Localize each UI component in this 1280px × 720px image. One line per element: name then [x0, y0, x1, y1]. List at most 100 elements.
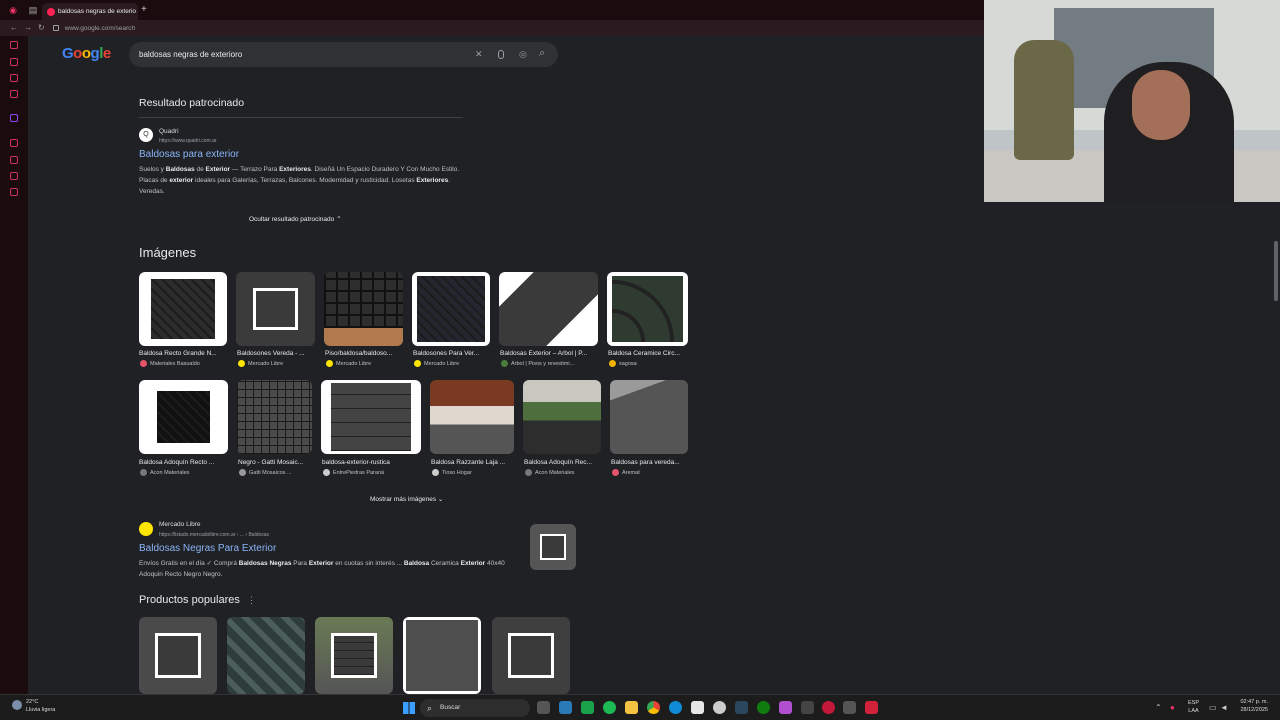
search-box[interactable]: baldosas negras de exterioro ✕ ◎ ⌕ — [129, 42, 558, 67]
ad-title-link[interactable]: Baldosas para exterior — [139, 149, 239, 160]
image-thumbnail[interactable] — [412, 272, 490, 346]
google-logo[interactable]: Google — [62, 45, 111, 62]
image-thumbnail[interactable] — [610, 380, 688, 454]
sidebar-icon-5[interactable] — [10, 139, 18, 147]
sidebar-icon-1[interactable] — [10, 41, 18, 49]
sidebar-icon-3[interactable] — [10, 74, 18, 82]
image-source[interactable]: Mercado Libre — [414, 360, 459, 367]
app-icon[interactable] — [581, 701, 594, 714]
image-source[interactable]: EntrePiedras Paraná — [323, 469, 384, 476]
edge-browser-icon[interactable] — [669, 701, 682, 714]
reload-button[interactable]: ↻ — [38, 23, 45, 33]
weather-widget[interactable]: 22°C Lluvia ligera — [12, 698, 55, 714]
image-source[interactable]: Materiales Basualdo — [140, 360, 200, 367]
hide-sponsored-button[interactable]: Ocultar resultado patrocinado ⌃ — [249, 215, 342, 223]
product-thumbnail[interactable] — [492, 617, 570, 694]
sidebar-icon-7[interactable] — [10, 172, 18, 180]
steam-icon[interactable] — [735, 701, 748, 714]
spotify-icon[interactable] — [603, 701, 616, 714]
product-thumbnail[interactable] — [315, 617, 393, 694]
task-view-icon[interactable] — [537, 701, 550, 714]
app-icon[interactable] — [779, 701, 792, 714]
store-icon[interactable] — [691, 701, 704, 714]
obs-icon[interactable] — [713, 701, 726, 714]
tab-actions-icon[interactable]: ▤ — [26, 3, 40, 17]
tab-google-search[interactable]: baldosas negras de exterio — [42, 3, 138, 20]
product-thumbnail[interactable] — [227, 617, 305, 694]
network-icon[interactable]: ▭ — [1209, 703, 1217, 712]
opera-gx-icon[interactable] — [822, 701, 835, 714]
image-source[interactable]: Acon Materiales — [525, 469, 574, 476]
search-icon[interactable]: ⌕ — [539, 47, 545, 59]
forward-button[interactable]: → — [24, 23, 32, 33]
volume-icon[interactable]: ◄ — [1220, 703, 1228, 712]
show-hidden-icons-icon[interactable]: ⌃ — [1155, 703, 1162, 712]
image-caption[interactable]: Baldosa Recto Grande N... — [139, 350, 227, 357]
tray-app-icon[interactable]: ● — [1170, 703, 1175, 712]
sidebar-icon-2[interactable] — [10, 58, 18, 66]
image-caption[interactable]: Piso/baldosa/baldoso... — [325, 350, 403, 357]
image-thumbnail[interactable] — [324, 272, 403, 346]
image-caption[interactable]: baldosa-exterior-rustica — [322, 459, 422, 466]
clock[interactable]: 02:47 p. m. 28/12/2025 — [1240, 698, 1268, 714]
image-source[interactable]: Mercado Libre — [326, 360, 371, 367]
image-caption[interactable]: Baldosones Vereda - ... — [237, 350, 315, 357]
browser-logo-icon[interactable]: ◉ — [6, 3, 20, 17]
image-caption[interactable]: Baldosas Exterior – Arbol | P... — [500, 350, 598, 357]
site-info-icon[interactable] — [52, 25, 59, 31]
image-caption[interactable]: Baldosas para vereda... — [611, 459, 689, 466]
app-icon[interactable] — [865, 701, 878, 714]
image-thumbnail[interactable] — [321, 380, 421, 454]
image-thumbnail[interactable] — [499, 272, 598, 346]
sidebar-icon-6[interactable] — [10, 156, 18, 164]
image-source[interactable]: Aremat — [612, 469, 640, 476]
image-source[interactable]: Acon Materiales — [140, 469, 189, 476]
image-caption[interactable]: Negro - Gatti Mosaic... — [238, 459, 312, 466]
lens-icon[interactable]: ◎ — [519, 48, 527, 60]
image-thumbnail[interactable] — [607, 272, 688, 346]
image-thumbnail[interactable] — [139, 272, 227, 346]
microphone-icon[interactable] — [498, 50, 504, 59]
quadri-favicon[interactable]: Q — [139, 128, 153, 142]
show-more-images-button[interactable]: Mostrar más imágenes ⌄ — [370, 495, 443, 503]
image-thumbnail[interactable] — [236, 272, 315, 346]
language-indicator[interactable]: ESP LAA — [1188, 699, 1199, 715]
chrome-icon[interactable] — [647, 701, 660, 714]
sidebar-icon-4[interactable] — [10, 90, 18, 98]
new-tab-button[interactable]: + — [141, 4, 147, 16]
start-button[interactable] — [403, 702, 415, 714]
image-thumbnail[interactable] — [430, 380, 514, 454]
more-options-icon[interactable]: ⋮ — [247, 595, 256, 605]
clear-icon[interactable]: ✕ — [475, 48, 483, 60]
taskbar-search[interactable]: Buscar — [420, 699, 530, 717]
image-source[interactable]: Tioso Hogar — [432, 469, 472, 476]
product-thumbnail[interactable] — [403, 617, 481, 694]
image-thumbnail[interactable] — [237, 380, 312, 454]
file-explorer-icon[interactable] — [625, 701, 638, 714]
app-icon[interactable] — [843, 701, 856, 714]
result-site-name[interactable]: Mercado Libre — [159, 521, 201, 528]
image-thumbnail[interactable] — [523, 380, 601, 454]
image-caption[interactable]: Baldosa Adoquín Recto ... — [139, 459, 227, 466]
url-field[interactable]: www.google.com/search — [52, 25, 135, 32]
ad-site-name[interactable]: Quadri — [159, 128, 179, 135]
result-url[interactable]: https://listado.mercadolibre.com.ar › ..… — [159, 532, 269, 538]
search-query[interactable]: baldosas negras de exterioro — [139, 50, 242, 59]
app-icon[interactable] — [801, 701, 814, 714]
image-source[interactable]: sagosa — [609, 360, 637, 367]
result-title-link[interactable]: Baldosas Negras Para Exterior — [139, 543, 276, 554]
settings-icon[interactable] — [10, 188, 18, 196]
product-thumbnail[interactable] — [139, 617, 217, 694]
twitch-icon[interactable] — [10, 114, 18, 122]
back-button[interactable]: ← — [10, 23, 18, 33]
image-source[interactable]: Mercado Libre — [238, 360, 283, 367]
result-thumbnail[interactable] — [530, 524, 576, 570]
mercadolibre-favicon[interactable] — [139, 522, 153, 536]
image-caption[interactable]: Baldosones Para Ver... — [413, 350, 491, 357]
xbox-icon[interactable] — [757, 701, 770, 714]
edge-icon[interactable] — [559, 701, 572, 714]
image-caption[interactable]: Baldosa Razzante Laja ... — [431, 459, 515, 466]
image-caption[interactable]: Baldosa Adoquín Rec... — [524, 459, 602, 466]
ad-url[interactable]: https://www.quadri.com.ar — [159, 138, 217, 144]
image-thumbnail[interactable] — [139, 380, 228, 454]
